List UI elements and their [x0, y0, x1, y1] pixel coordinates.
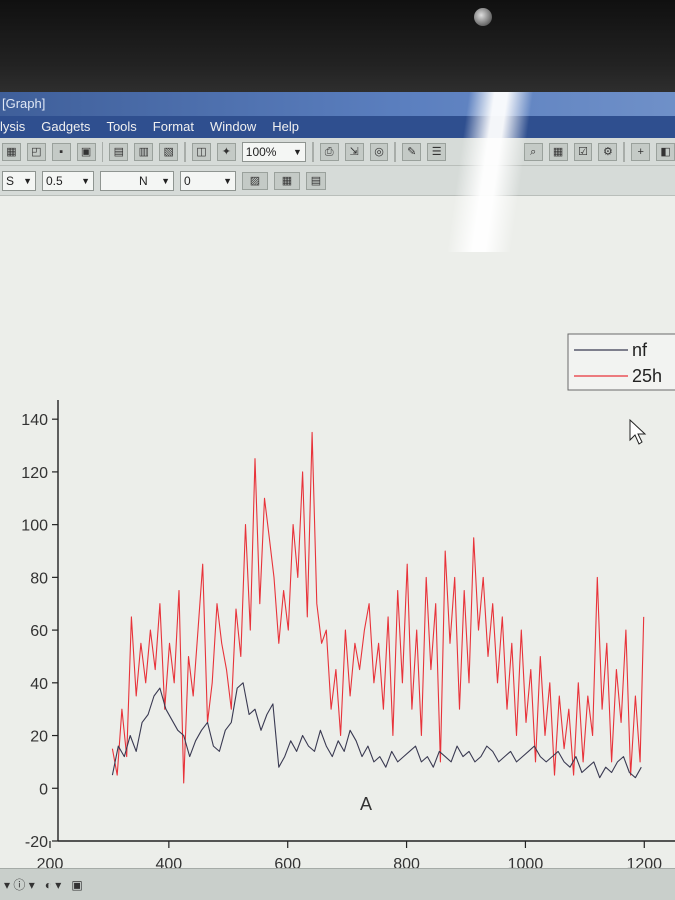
x-tick-label: 1200	[626, 856, 662, 868]
menu-item-gadgets[interactable]: Gadgets	[41, 116, 90, 138]
toolbar-separator	[623, 141, 626, 162]
toolbar-separator	[101, 141, 104, 162]
import-icon[interactable]: ▤	[109, 142, 129, 161]
standard-toolbar: ▦ ◰ ▪ ▣ ▤ ▥ ▧ ◫ ✦ 100% ▼ ⎙ ⇲ ◎ ✎ ☰ ⌕ ▦ ☑ …	[0, 138, 675, 166]
import-wizard-icon[interactable]: ▧	[159, 142, 179, 161]
y-tick-label: 20	[30, 729, 48, 746]
line-chart: -20 0 20 40 60 80 100 120 140 200 400 600 800 1000 12…	[21, 333, 675, 873]
x-tick-label: 1000	[508, 856, 544, 868]
pattern-value: 0	[184, 173, 191, 188]
chevron-down-icon: ▼	[223, 175, 232, 186]
menu-item-tools[interactable]: Tools	[106, 116, 136, 138]
toolbar-separator	[394, 141, 397, 162]
menu-item-help[interactable]: Help	[272, 116, 299, 138]
y-tick-label: 140	[21, 412, 48, 429]
legend[interactable]: nf 25h	[567, 333, 675, 391]
bottom-toolbar: ▾ ⓘ ▾ ◐ ▾ ▣	[0, 868, 675, 900]
add-layer-icon[interactable]: +	[631, 142, 651, 161]
x-tick-label: 200	[37, 856, 64, 868]
y-tick-label: 0	[39, 781, 48, 798]
color-tool-icon[interactable]: ◐ ▾	[45, 878, 62, 892]
chevron-down-icon: ▼	[292, 146, 302, 157]
zoom-value: 100%	[245, 144, 277, 159]
command-window-icon[interactable]: ☑	[573, 142, 593, 161]
object-icon[interactable]: ▾ ⓘ ▾	[4, 876, 35, 893]
y-tick-label: 100	[21, 518, 48, 535]
x-tick-label: 800	[393, 856, 420, 868]
fill-color-select[interactable]: N ▼	[100, 170, 174, 191]
hatch-pattern-icon[interactable]: ▨	[242, 171, 268, 190]
open-icon[interactable]: ◰	[26, 142, 46, 161]
y-tick-label: -20	[25, 834, 48, 851]
y-tick-label: 120	[21, 465, 48, 482]
project-explorer-icon[interactable]: ⌕	[523, 142, 543, 161]
window-title: [Graph]	[0, 92, 675, 116]
line-width-select[interactable]: 0.5 ▼	[42, 170, 94, 191]
chevron-down-icon: ▼	[23, 175, 32, 186]
fill-color-value: N	[139, 173, 148, 188]
monitor-bezel	[0, 0, 675, 92]
chevron-down-icon: ▼	[81, 175, 90, 186]
app-window: [Graph] lysis Gadgets Tools Format Windo…	[0, 92, 675, 900]
menu-item-format[interactable]: Format	[153, 116, 194, 138]
copy-page-icon[interactable]: ◎	[369, 142, 389, 161]
chevron-down-icon: ▼	[161, 175, 170, 186]
new-graph-icon[interactable]: ▦	[2, 142, 21, 161]
x-axis-label: A	[360, 794, 372, 814]
line-width-value: 0.5	[46, 173, 63, 188]
y-tick-label: 60	[30, 623, 48, 640]
plot-lines	[111, 431, 645, 784]
export-icon[interactable]: ⇲	[344, 142, 364, 161]
toolbar-separator	[184, 141, 186, 162]
results-log-icon[interactable]: ☰	[427, 142, 447, 161]
line-style-value: S	[6, 173, 15, 188]
layer-table-icon[interactable]: ▤	[306, 171, 326, 190]
settings-icon[interactable]: ⚙	[598, 142, 618, 161]
y-tick-label: 40	[30, 676, 48, 693]
menu-item-analysis[interactable]: lysis	[0, 116, 25, 138]
x-axis: 200 400 600 800 1000 1200	[37, 840, 675, 873]
menu-bar: lysis Gadgets Tools Format Window Help	[0, 116, 675, 138]
line-style-select[interactable]: S ▼	[2, 170, 36, 191]
legend-label-nf: nf	[632, 340, 648, 360]
duplicate-icon[interactable]: ◫	[191, 142, 211, 161]
y-tick-label: 80	[30, 570, 48, 587]
zoom-select[interactable]: 100% ▼	[241, 141, 306, 162]
webcam-icon	[474, 8, 492, 26]
refresh-icon[interactable]: ✦	[216, 142, 236, 161]
menu-item-window[interactable]: Window	[210, 116, 256, 138]
legend-label-25h: 25h	[632, 366, 662, 386]
y-axis: -20 0 20 40 60 80 100 120 140	[21, 400, 59, 851]
print-icon[interactable]: ⎙	[319, 142, 339, 161]
code-builder-icon[interactable]: ▦	[548, 142, 568, 161]
x-tick-label: 400	[156, 856, 183, 868]
mouse-cursor-icon	[629, 418, 647, 445]
import-multiple-icon[interactable]: ▥	[134, 142, 154, 161]
x-tick-label: 600	[274, 856, 301, 868]
graph-page: -20 0 20 40 60 80 100 120 140 200 400 600 800 1000 12…	[0, 196, 675, 873]
data-reader-icon[interactable]: ◧	[656, 142, 675, 161]
save-template-icon[interactable]: ▣	[76, 142, 96, 161]
box-icon[interactable]: ▣	[71, 878, 82, 892]
series-line-25h	[111, 431, 645, 784]
pattern-select[interactable]: 0 ▼	[180, 170, 236, 191]
grid-pattern-icon[interactable]: ▦	[274, 171, 300, 190]
script-icon[interactable]: ✎	[402, 142, 422, 161]
save-icon[interactable]: ▪	[51, 142, 71, 161]
format-toolbar: S ▼ 0.5 ▼ N ▼ 0 ▼ ▨ ▦ ▤	[0, 166, 675, 196]
toolbar-separator	[311, 141, 314, 162]
